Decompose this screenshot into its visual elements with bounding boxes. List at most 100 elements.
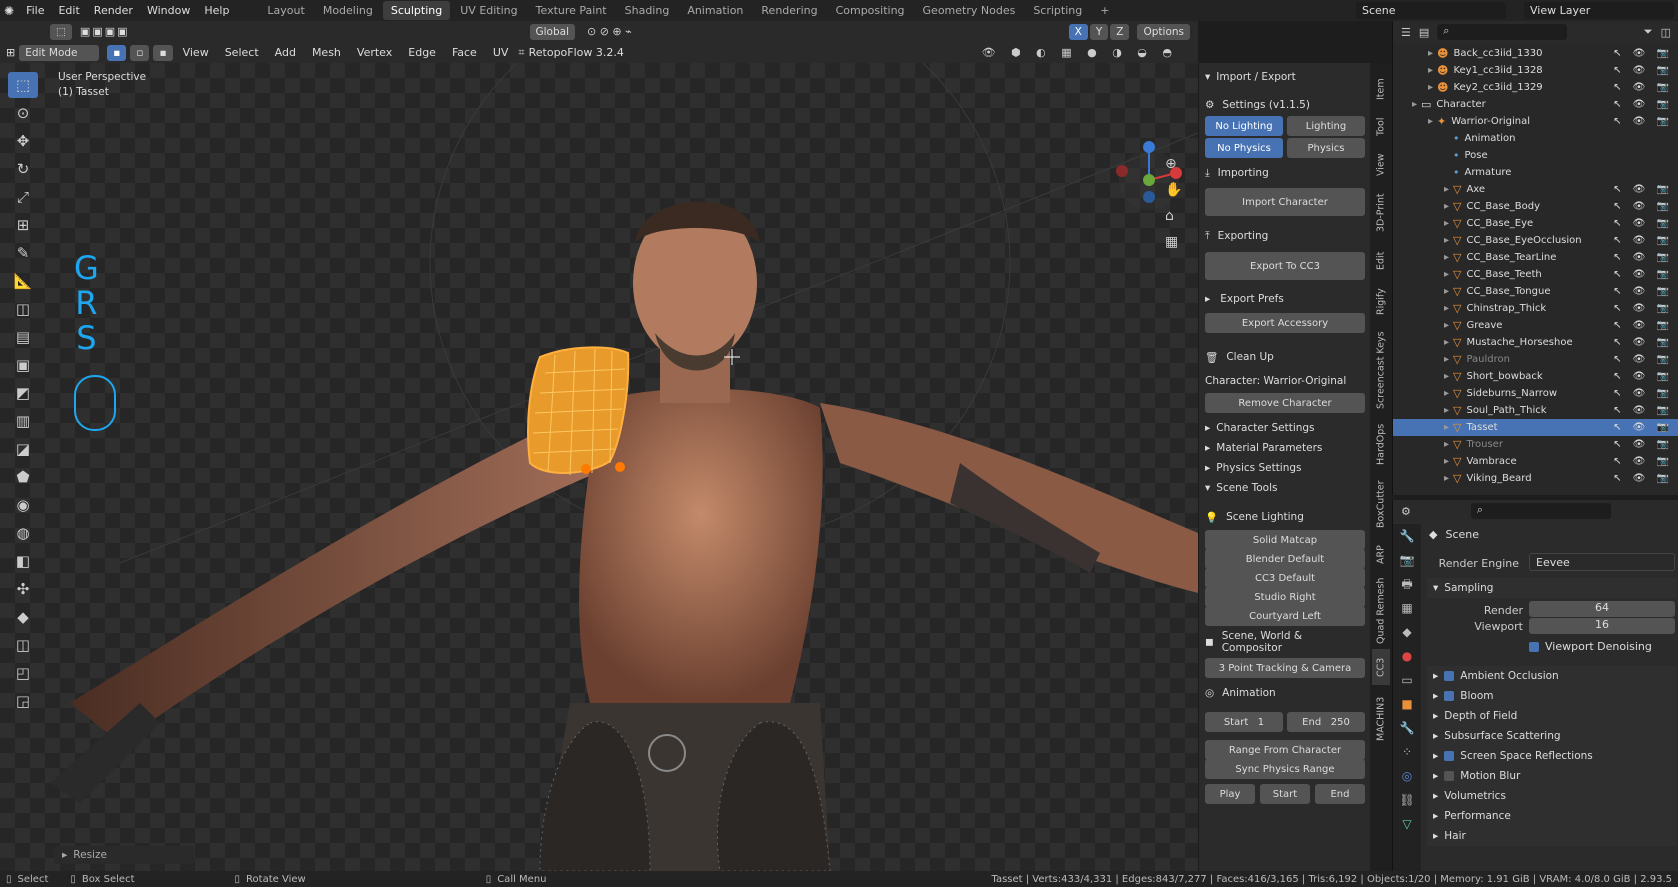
viewport-nav-buttons[interactable]: ⊕ ✋ ⌂ ▦ — [1165, 151, 1182, 255]
visibility-toggles-icon[interactable]: ↖ 👁 📷 — [1613, 473, 1673, 484]
measure-tool-icon[interactable]: 📐 — [8, 268, 38, 294]
render-samples-field[interactable]: 64 — [1529, 601, 1675, 617]
visibility-toggles-icon[interactable]: ↖ 👁 📷 — [1613, 388, 1673, 399]
import-character-button[interactable]: Import Character — [1205, 188, 1365, 216]
expand-arrow-icon[interactable]: ▸ — [1393, 303, 1453, 314]
outliner-item[interactable]: ▸ ▽ Vambrace ↖ 👁 📷 — [1393, 453, 1678, 470]
menu-face[interactable]: Face — [446, 46, 483, 59]
expand-arrow-icon[interactable]: ▸ — [1393, 320, 1453, 331]
expand-arrow-icon[interactable]: ▸ — [1393, 116, 1437, 127]
tab-3d-print[interactable]: 3D-Print — [1372, 185, 1390, 241]
mirror-y-button[interactable]: Y — [1089, 23, 1109, 40]
tab-view[interactable]: View — [1372, 147, 1390, 183]
expand-arrow-icon[interactable]: ▸ — [1393, 269, 1453, 280]
tab-hardops[interactable]: HardOps — [1372, 417, 1390, 471]
physics-tab-icon[interactable]: ◎ — [1393, 764, 1421, 788]
data-tab-icon[interactable]: ▽ — [1393, 812, 1421, 836]
checkbox-checked-icon[interactable] — [1444, 671, 1455, 681]
properties-section[interactable]: ▸ Volumetrics — [1427, 786, 1677, 806]
properties-section[interactable]: ▸ Bloom — [1427, 686, 1677, 706]
overlay-icons[interactable]: 👁 ⬢ ◐ ▦ ● ◑ ◒ ◓ — [982, 46, 1178, 59]
tab-edit[interactable]: Edit — [1372, 243, 1390, 279]
scene-selector[interactable]: Scene — [1356, 2, 1506, 19]
expand-arrow-icon[interactable]: ▸ — [1393, 201, 1453, 212]
mirror-z-button[interactable]: Z — [1110, 23, 1130, 40]
grid-view-icon[interactable]: ▦ — [1165, 229, 1182, 255]
tab-quad-remesh[interactable]: Quad Remesh — [1372, 575, 1390, 647]
constraints-tab-icon[interactable]: ⛓ — [1393, 788, 1421, 812]
visibility-toggles-icon[interactable]: ↖ 👁 📷 — [1613, 371, 1673, 382]
resize-panel[interactable]: ▸ Resize — [54, 846, 194, 864]
expand-arrow-icon[interactable]: ▸ — [1393, 371, 1453, 382]
tab-rigify[interactable]: Rigify — [1372, 281, 1390, 323]
visibility-toggles-icon[interactable]: ↖ 👁 📷 — [1613, 439, 1673, 450]
outliner-item[interactable]: ▸ ▽ Trouser ↖ 👁 📷 — [1393, 436, 1678, 453]
outliner-item[interactable]: ▸ ☻ Key1_cc3iid_1328 ↖ 👁 📷 — [1393, 62, 1678, 79]
edge-select-icon[interactable]: ▫ — [130, 44, 150, 61]
new-collection-icon[interactable]: ◫ — [1661, 26, 1671, 39]
outliner-item[interactable]: • Pose — [1393, 147, 1678, 164]
blender-logo-icon[interactable]: ✺ — [4, 4, 14, 18]
outliner-item[interactable]: ▸ ▭ Character ↖ 👁 📷 — [1393, 96, 1678, 113]
outliner-item[interactable]: ▸ ▽ Tasset ↖ 👁 📷 — [1393, 419, 1678, 436]
properties-section[interactable]: ▸ Screen Space Reflections — [1427, 746, 1677, 766]
export-cc3-button[interactable]: Export To CC3 — [1205, 252, 1365, 280]
sampling-panel[interactable]: ▾ Sampling — [1427, 578, 1677, 598]
modifier-tab-icon[interactable]: 🔧 — [1393, 716, 1421, 740]
expand-arrow-icon[interactable]: ▸ — [1393, 337, 1453, 348]
expand-arrow-icon[interactable]: ▸ — [1393, 354, 1453, 365]
visibility-toggles-icon[interactable]: ↖ 👁 📷 — [1613, 201, 1673, 212]
output-tab-icon[interactable]: 🖶 — [1393, 572, 1421, 596]
menu-file[interactable]: File — [20, 4, 50, 17]
menu-edit[interactable]: Edit — [52, 4, 85, 17]
visibility-toggles-icon[interactable]: ↖ 👁 📷 — [1613, 252, 1673, 263]
menu-render[interactable]: Render — [88, 4, 139, 17]
render-engine-dropdown[interactable]: Eevee — [1529, 553, 1675, 571]
outliner-item[interactable]: ▸ ▽ Chinstrap_Thick ↖ 👁 📷 — [1393, 300, 1678, 317]
annotate-tool-icon[interactable]: ✎ — [8, 240, 38, 266]
outliner-item[interactable]: ▸ ▽ Sideburns_Narrow ↖ 👁 📷 — [1393, 385, 1678, 402]
tab-tool[interactable]: Tool — [1372, 109, 1390, 145]
visibility-toggles-icon[interactable]: ↖ 👁 📷 — [1613, 320, 1673, 331]
checkbox-checked-icon[interactable] — [1444, 751, 1455, 761]
tab-animation[interactable]: Animation — [679, 1, 751, 20]
tab-compositing[interactable]: Compositing — [828, 1, 913, 20]
menu-vertex[interactable]: Vertex — [351, 46, 398, 59]
outliner-item[interactable]: ▸ ▽ CC_Base_TearLine ↖ 👁 📷 — [1393, 249, 1678, 266]
visibility-toggles-icon[interactable]: ↖ 👁 📷 — [1613, 456, 1673, 467]
expand-arrow-icon[interactable]: ▸ — [1393, 65, 1437, 76]
visibility-toggles-icon[interactable]: ↖ 👁 📷 — [1613, 269, 1673, 280]
inset-tool-icon[interactable]: ▣ — [8, 352, 38, 378]
object-tab-icon[interactable]: ■ — [1393, 692, 1421, 716]
outliner-item[interactable]: ▸ ☻ Back_cc3iid_1330 ↖ 👁 📷 — [1393, 45, 1678, 62]
tab-boxcutter[interactable]: BoxCutter — [1372, 473, 1390, 535]
expand-arrow-icon[interactable]: ▸ — [1393, 473, 1453, 484]
properties-section[interactable]: ▸ Depth of Field — [1427, 706, 1677, 726]
tab-machin3[interactable]: MACHIN3 — [1372, 687, 1390, 751]
visibility-toggles-icon[interactable]: ↖ 👁 📷 — [1613, 184, 1673, 195]
expand-arrow-icon[interactable]: ▸ — [1393, 82, 1437, 93]
tab-rendering[interactable]: Rendering — [753, 1, 825, 20]
shear-tool-icon[interactable]: ◆ — [8, 604, 38, 630]
visibility-toggles-icon[interactable]: ↖ 👁 📷 — [1613, 82, 1673, 93]
outliner-item[interactable]: • Animation — [1393, 130, 1678, 147]
extrude-tool-icon[interactable]: ▤ — [8, 324, 38, 350]
visibility-toggles-icon[interactable]: ↖ 👁 📷 — [1613, 354, 1673, 365]
expand-arrow-icon[interactable]: ▸ — [1393, 286, 1453, 297]
character-settings-panel[interactable]: ▸ Character Settings — [1205, 418, 1365, 438]
editor-type-icon[interactable]: ⊞ — [6, 46, 15, 59]
face-select-icon[interactable]: ▪ — [153, 44, 173, 61]
tab-screencast-keys[interactable]: Screencast Keys — [1372, 325, 1390, 415]
start-frame-field[interactable]: Start 1 — [1205, 712, 1283, 732]
properties-section[interactable]: ▸ Subsurface Scattering — [1427, 726, 1677, 746]
loop-cut-tool-icon[interactable]: ▥ — [8, 408, 38, 434]
menu-view[interactable]: View — [177, 46, 215, 59]
tab-layout[interactable]: Layout — [259, 1, 312, 20]
zoom-icon[interactable]: ⊕ — [1165, 151, 1182, 177]
camera-icon[interactable]: ⌂ — [1165, 203, 1182, 229]
studio-right-button[interactable]: Studio Right — [1205, 587, 1365, 607]
shrink-tool-icon[interactable]: ✣ — [8, 576, 38, 602]
expand-arrow-icon[interactable]: ▸ — [1393, 252, 1453, 263]
cursor-tool-icon[interactable]: ⊙ — [8, 100, 38, 126]
expand-arrow-icon[interactable]: ▸ — [1393, 48, 1437, 59]
